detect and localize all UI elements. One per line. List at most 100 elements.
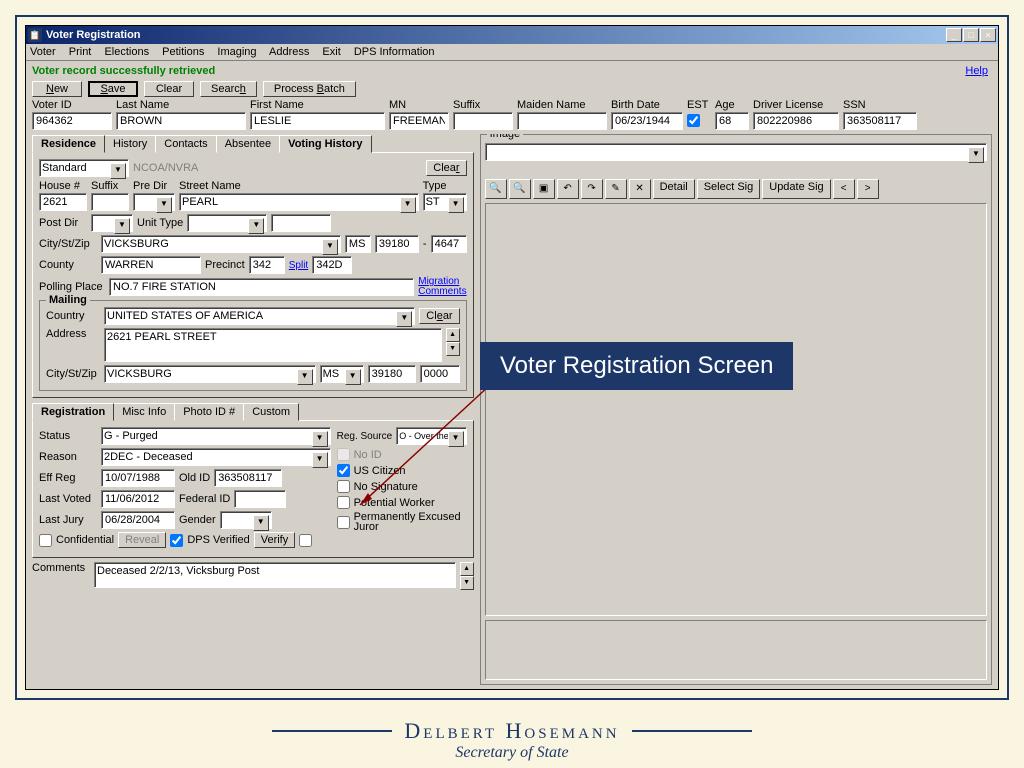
- postdir-select[interactable]: [91, 214, 133, 232]
- rotate-left-icon[interactable]: ↶: [557, 179, 579, 199]
- tab-contacts[interactable]: Contacts: [155, 135, 216, 153]
- dl-input[interactable]: [753, 112, 839, 130]
- maiden-input[interactable]: [517, 112, 607, 130]
- scroll-down-icon[interactable]: ▼: [460, 576, 474, 590]
- zoom-in-icon[interactable]: 🔍: [485, 179, 507, 199]
- comments-input[interactable]: Deceased 2/2/13, Vicksburg Post: [94, 562, 456, 588]
- address-type-select[interactable]: Standard: [39, 159, 129, 177]
- menu-address[interactable]: Address: [269, 46, 309, 58]
- zoom-out-icon[interactable]: 🔍: [509, 179, 531, 199]
- menu-petitions[interactable]: Petitions: [162, 46, 204, 58]
- lastvoted-input[interactable]: [101, 490, 175, 508]
- gender-select[interactable]: [220, 511, 272, 529]
- verify-unknown-checkbox[interactable]: [299, 534, 312, 547]
- reveal-button[interactable]: Reveal: [118, 532, 166, 548]
- mail-city-select[interactable]: VICKSBURG: [104, 365, 316, 383]
- unit-input[interactable]: [271, 214, 331, 232]
- menu-imaging[interactable]: Imaging: [217, 46, 256, 58]
- comments-link[interactable]: Comments: [418, 287, 466, 297]
- tab-photoid[interactable]: Photo ID #: [174, 403, 244, 421]
- minimize-button[interactable]: _: [946, 28, 962, 42]
- mail-st-select[interactable]: MS: [320, 365, 364, 383]
- zip4-input[interactable]: [431, 235, 467, 253]
- clear-image-icon[interactable]: ✎: [605, 179, 627, 199]
- last-name-input[interactable]: [116, 112, 246, 130]
- birth-input[interactable]: [611, 112, 683, 130]
- mail-zip4-input[interactable]: [420, 365, 460, 383]
- st-input[interactable]: [345, 235, 371, 253]
- federalid-input[interactable]: [234, 490, 286, 508]
- regsource-select[interactable]: O - Over the C: [396, 427, 466, 445]
- scroll-down-icon[interactable]: ▼: [446, 342, 460, 356]
- tab-absentee[interactable]: Absentee: [216, 135, 280, 153]
- split-input[interactable]: [312, 256, 352, 274]
- help-link[interactable]: Help: [965, 65, 988, 77]
- addr-suffix-input[interactable]: [91, 193, 129, 211]
- street-type-select[interactable]: ST: [423, 193, 467, 211]
- rotate-right-icon[interactable]: ↷: [581, 179, 603, 199]
- mailing-clear-button[interactable]: Clear: [419, 308, 459, 324]
- menu-voter[interactable]: Voter: [30, 46, 56, 58]
- mail-address-input[interactable]: 2621 PEARL STREET: [104, 328, 442, 362]
- precinct-input[interactable]: [249, 256, 285, 274]
- first-name-input[interactable]: [250, 112, 385, 130]
- city-select[interactable]: VICKSBURG: [101, 235, 341, 253]
- est-checkbox[interactable]: [687, 114, 700, 127]
- effreg-input[interactable]: [101, 469, 175, 487]
- clear-button[interactable]: Clear: [144, 81, 194, 97]
- menu-exit[interactable]: Exit: [322, 46, 340, 58]
- mail-country-select[interactable]: UNITED STATES OF AMERICA: [104, 307, 415, 325]
- zip-input[interactable]: [375, 235, 419, 253]
- verify-button[interactable]: Verify: [254, 532, 296, 548]
- unittype-select[interactable]: [187, 214, 267, 232]
- lastjury-input[interactable]: [101, 511, 175, 529]
- confidential-checkbox[interactable]: [39, 534, 52, 547]
- save-button[interactable]: Save: [88, 81, 138, 97]
- prev-icon[interactable]: <: [833, 179, 855, 199]
- search-button[interactable]: Search: [200, 81, 257, 97]
- ssn-input[interactable]: [843, 112, 917, 130]
- tab-history[interactable]: History: [104, 135, 156, 153]
- dpsverified-checkbox[interactable]: [170, 534, 183, 547]
- excused-checkbox[interactable]: [337, 516, 350, 529]
- street-select[interactable]: PEARL: [179, 193, 419, 211]
- selectsig-button[interactable]: Select Sig: [697, 179, 761, 199]
- scroll-up-icon[interactable]: ▲: [460, 562, 474, 576]
- menu-elections[interactable]: Elections: [104, 46, 149, 58]
- tab-voting-history[interactable]: Voting History: [279, 135, 371, 153]
- new-button[interactable]: New: [32, 81, 82, 97]
- house-input[interactable]: [39, 193, 87, 211]
- citizen-checkbox[interactable]: [337, 464, 350, 477]
- menu-dps[interactable]: DPS Information: [354, 46, 435, 58]
- nosig-checkbox[interactable]: [337, 480, 350, 493]
- fit-icon[interactable]: ▣: [533, 179, 555, 199]
- status-select[interactable]: G - Purged: [101, 427, 331, 445]
- mail-zip-input[interactable]: [368, 365, 416, 383]
- delete-icon[interactable]: ✕: [629, 179, 651, 199]
- tab-residence[interactable]: Residence: [32, 135, 105, 153]
- suffix-input[interactable]: [453, 112, 513, 130]
- tab-custom[interactable]: Custom: [243, 403, 299, 421]
- predir-select[interactable]: [133, 193, 175, 211]
- detail-button[interactable]: Detail: [653, 179, 695, 199]
- tab-miscinfo[interactable]: Misc Info: [113, 403, 175, 421]
- voter-id-input[interactable]: [32, 112, 112, 130]
- close-button[interactable]: ×: [980, 28, 996, 42]
- potworker-checkbox[interactable]: [337, 496, 350, 509]
- mn-input[interactable]: [389, 112, 449, 130]
- scroll-up-icon[interactable]: ▲: [446, 328, 460, 342]
- age-input[interactable]: [715, 112, 749, 130]
- split-link[interactable]: Split: [289, 260, 308, 271]
- oldid-input[interactable]: [214, 469, 282, 487]
- menu-print[interactable]: Print: [69, 46, 92, 58]
- polling-place-input[interactable]: [109, 278, 414, 296]
- next-icon[interactable]: >: [857, 179, 879, 199]
- reason-select[interactable]: 2DEC - Deceased: [101, 448, 331, 466]
- tab-registration[interactable]: Registration: [32, 403, 114, 421]
- county-input[interactable]: [101, 256, 201, 274]
- image-select[interactable]: [485, 143, 987, 161]
- maximize-button[interactable]: □: [963, 28, 979, 42]
- process-batch-button[interactable]: Process Batch: [263, 81, 356, 97]
- residence-clear-button[interactable]: Clear: [426, 160, 466, 176]
- updatesig-button[interactable]: Update Sig: [762, 179, 830, 199]
